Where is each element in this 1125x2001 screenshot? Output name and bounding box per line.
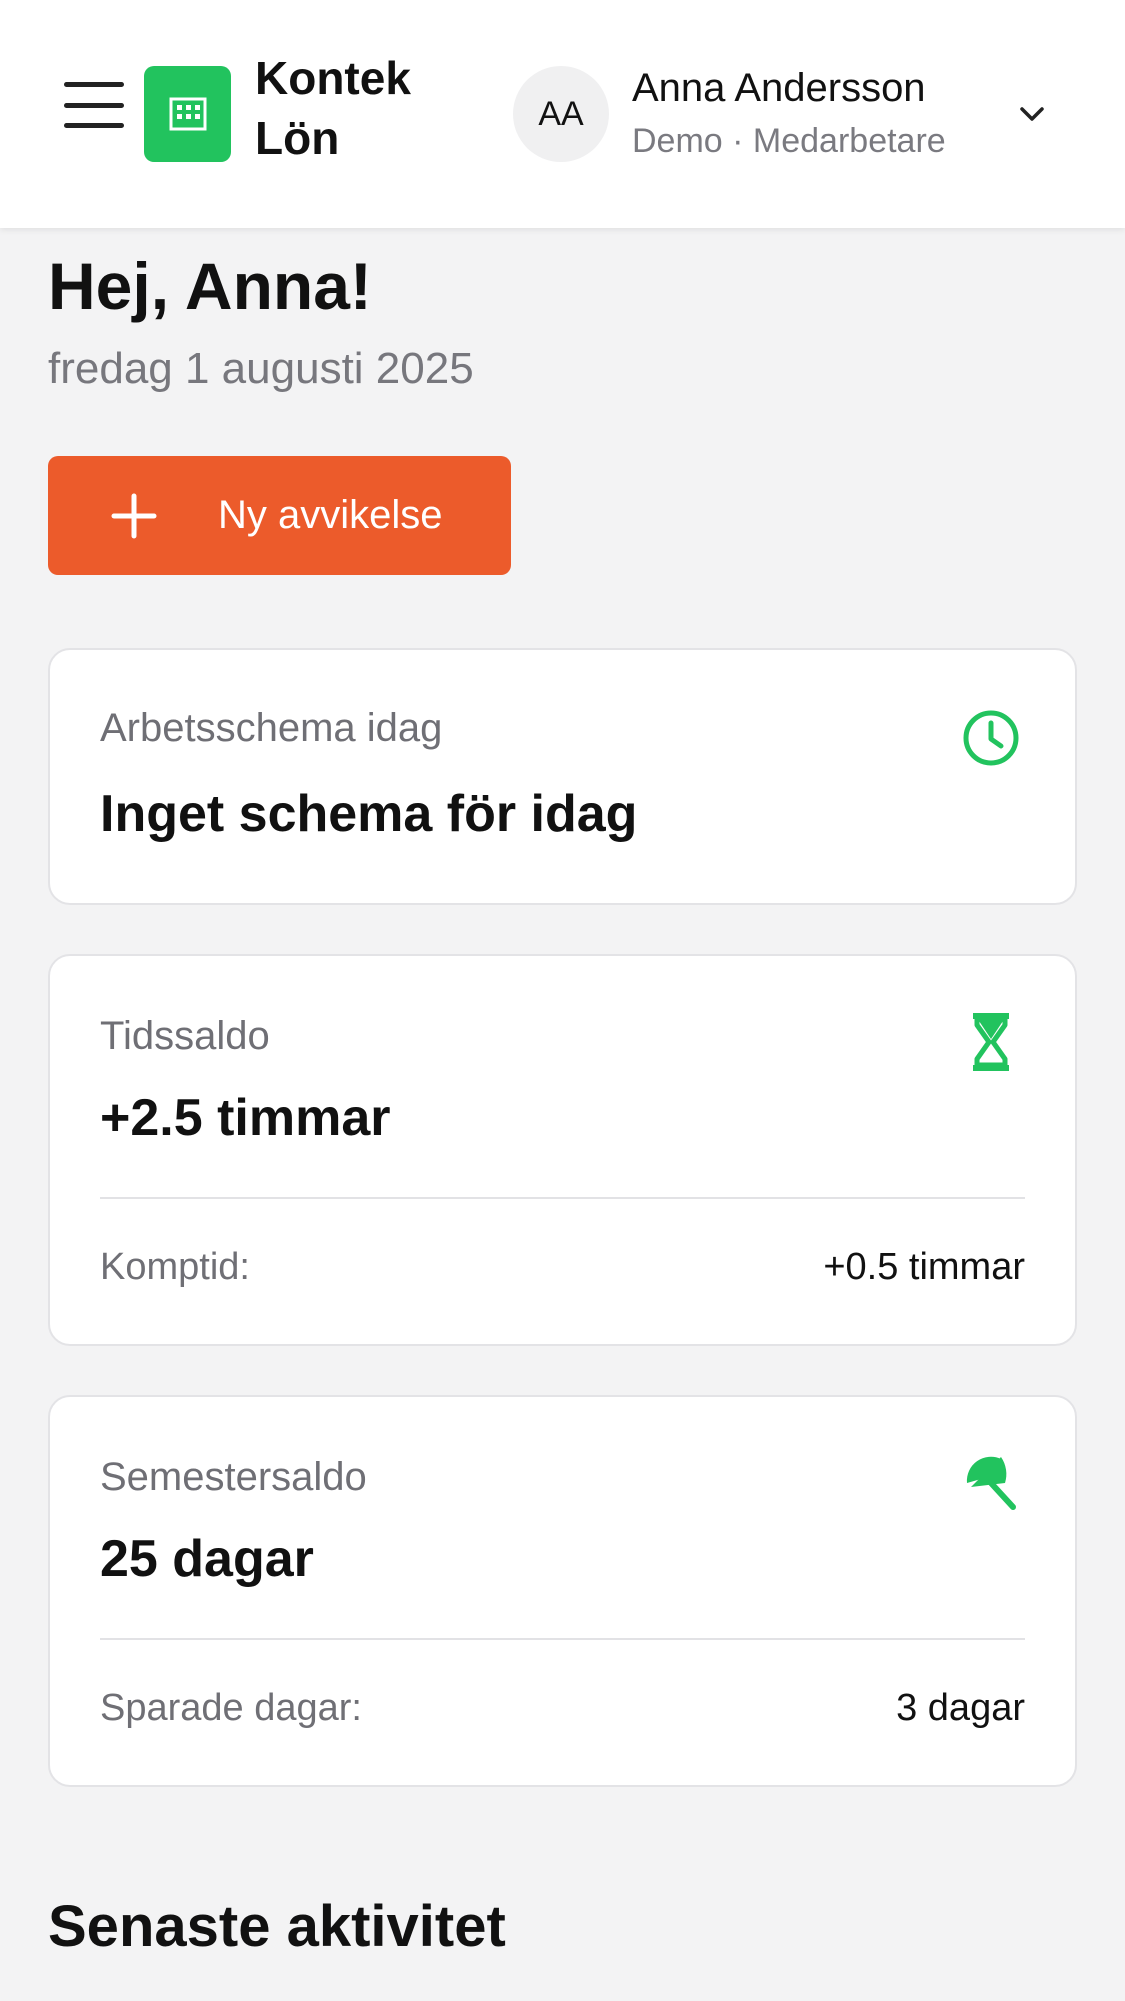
new-deviation-label: Ny avvikelse xyxy=(218,493,443,537)
hourglass-icon xyxy=(959,1010,1023,1074)
avatar[interactable]: AA xyxy=(513,66,609,162)
app-brand-name: Kontek Lön xyxy=(255,48,455,168)
brand-line-1: Kontek xyxy=(255,52,411,104)
card-divider xyxy=(100,1197,1025,1199)
brand-line-2: Lön xyxy=(255,112,340,164)
current-date: fredag 1 augusti 2025 xyxy=(48,344,474,393)
time-balance-value: +2.5 timmar xyxy=(100,1089,391,1147)
vacation-balance-value: 25 dagar xyxy=(100,1530,314,1588)
recent-activity-heading: Senaste aktivitet xyxy=(48,1894,506,1959)
comp-time-label: Komptid: xyxy=(100,1246,250,1288)
time-balance-label: Tidssaldo xyxy=(100,1014,270,1058)
clock-icon xyxy=(959,706,1023,770)
user-name[interactable]: Anna Andersson xyxy=(632,66,926,111)
hamburger-menu-icon[interactable] xyxy=(64,82,124,128)
saved-days-label: Sparade dagar: xyxy=(100,1687,362,1729)
new-deviation-button[interactable]: Ny avvikelse xyxy=(48,456,511,575)
card-divider xyxy=(100,1638,1025,1640)
app-logo xyxy=(144,66,231,162)
saved-days-value: 3 dagar xyxy=(896,1687,1025,1729)
comp-time-value: +0.5 timmar xyxy=(823,1246,1025,1288)
plus-icon xyxy=(111,493,157,539)
schedule-card: Arbetsschema idag Inget schema för idag xyxy=(48,648,1077,905)
vacation-balance-label: Semestersaldo xyxy=(100,1455,367,1499)
chevron-down-icon[interactable] xyxy=(1014,96,1050,132)
user-role: Demo · Medarbetare xyxy=(632,122,946,160)
time-balance-card: Tidssaldo +2.5 timmar Komptid: +0.5 timm… xyxy=(48,954,1077,1346)
schedule-value: Inget schema för idag xyxy=(100,785,638,843)
top-header: Kontek Lön AA Anna Andersson Demo · Meda… xyxy=(0,0,1125,228)
page-title: Hej, Anna! xyxy=(48,249,372,323)
schedule-label: Arbetsschema idag xyxy=(100,706,443,750)
vacation-balance-card: Semestersaldo 25 dagar Sparade dagar: 3 … xyxy=(48,1395,1077,1787)
building-icon xyxy=(169,97,206,131)
beach-umbrella-icon xyxy=(959,1451,1023,1515)
